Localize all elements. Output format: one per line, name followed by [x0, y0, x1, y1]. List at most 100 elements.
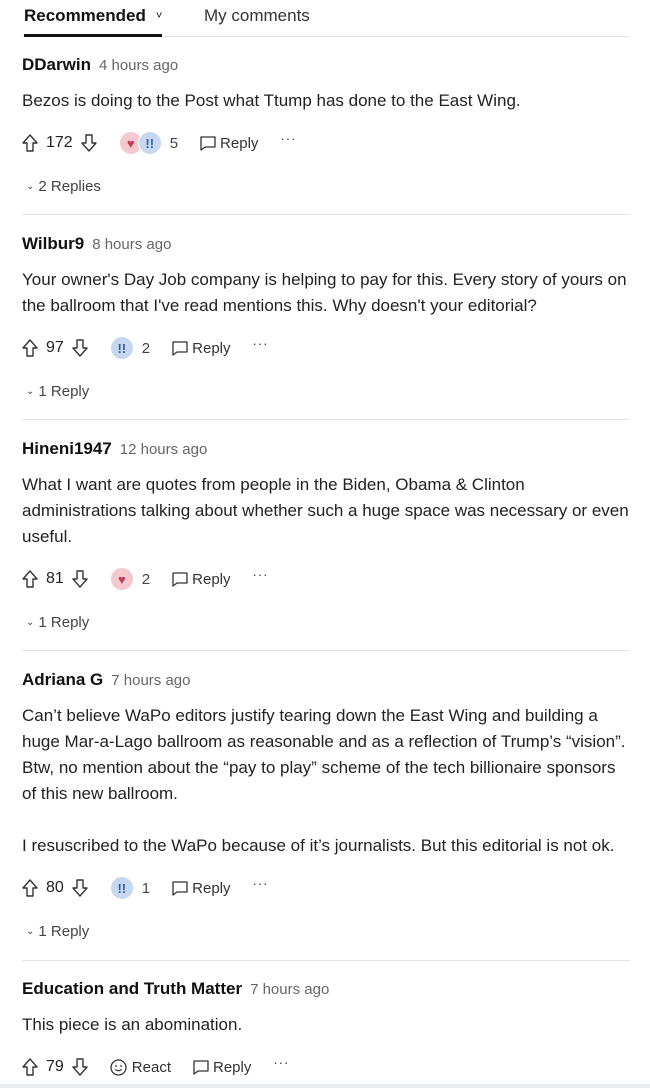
comment-body: Bezos is doing to the Post what Ttump ha… [22, 88, 630, 114]
comment-author[interactable]: DDarwin [22, 55, 91, 74]
reactions[interactable]: !! 1 [109, 876, 151, 900]
react-label: React [131, 1058, 171, 1076]
comment-body: This piece is an abomination. [22, 1012, 630, 1038]
comment-time: 7 hours ago [250, 981, 330, 998]
more-options-icon[interactable]: ··· [273, 1055, 289, 1070]
comment-header: Education and Truth Matter 7 hours ago [22, 978, 329, 1000]
reply-label: Reply [192, 339, 231, 357]
comment-author[interactable]: Hineni1947 [22, 439, 112, 458]
more-options-icon[interactable]: ··· [253, 876, 269, 891]
comment-paragraph: Bezos is doing to the Post what Ttump ha… [22, 91, 521, 110]
vote-count: 97 [46, 339, 64, 356]
comment-author[interactable]: Education and Truth Matter [22, 979, 242, 998]
replies-label: 1 Reply [38, 923, 90, 940]
tab-my-comments[interactable]: My comments [204, 6, 310, 26]
reply-button[interactable]: Reply [200, 135, 258, 152]
vote-count: 81 [46, 570, 64, 587]
replies-toggle[interactable]: ⌄ 1 Reply [26, 614, 89, 631]
bottom-edge-bar [0, 1084, 650, 1088]
upvote-icon[interactable] [22, 1058, 38, 1076]
comment-body: Your owner's Day Job company is helping … [22, 267, 630, 319]
upvote-icon[interactable] [22, 339, 38, 357]
reply-button[interactable]: Reply [193, 1059, 251, 1076]
comment-actions: 80 !! 1 Reply ··· [22, 875, 269, 901]
comment-header: Adriana G 7 hours ago [22, 669, 190, 691]
comment-actions: 81 ♥ 2 Reply ··· [22, 566, 269, 592]
comment-paragraph: Your owner's Day Job company is helping … [22, 270, 627, 315]
chevron-down-icon: ⌄ [26, 617, 35, 628]
chevron-down-icon: ⌄ [26, 181, 35, 192]
reaction-count: 2 [141, 339, 151, 357]
comment: DDarwin 4 hours ago Bezos is doing to the… [22, 54, 630, 215]
more-options-icon[interactable]: ··· [253, 567, 269, 582]
downvote-icon[interactable] [72, 879, 88, 897]
comment-tabs: Recommended ˅ My comments [22, 0, 630, 37]
comment: Wilbur9 8 hours ago Your owner's Day Job … [22, 233, 630, 420]
downvote-icon[interactable] [72, 339, 88, 357]
comment-author[interactable]: Wilbur9 [22, 234, 84, 253]
replies-toggle[interactable]: ⌄ 1 Reply [26, 923, 89, 940]
more-options-icon[interactable]: ··· [253, 336, 269, 351]
react-button[interactable]: React [110, 1059, 171, 1076]
upvote-icon[interactable] [22, 134, 38, 152]
vote-count: 172 [46, 134, 73, 151]
comment: Hineni1947 12 hours ago What I want are q… [22, 438, 630, 651]
comment-paragraph: What I want are quotes from people in th… [22, 475, 629, 546]
reply-label: Reply [192, 879, 231, 897]
comment-header: Wilbur9 8 hours ago [22, 233, 171, 255]
comment-actions: 97 !! 2 Reply ··· [22, 335, 269, 361]
comment-header: Hineni1947 12 hours ago [22, 438, 207, 460]
heart-reaction-icon: ♥ [109, 567, 134, 591]
comment-time: 8 hours ago [92, 236, 172, 253]
reply-label: Reply [220, 134, 259, 152]
chevron-down-icon: ⌄ [26, 386, 35, 397]
comment-paragraph: Can’t believe WaPo editors justify teari… [22, 706, 626, 803]
vote-count: 80 [46, 879, 64, 896]
reaction-count: 2 [141, 570, 151, 588]
comment-body: What I want are quotes from people in th… [22, 472, 630, 550]
chevron-down-icon: ˅ [155, 10, 163, 22]
downvote-icon[interactable] [72, 570, 88, 588]
tab-recommended-label: Recommended [24, 6, 146, 25]
downvote-icon[interactable] [72, 1058, 88, 1076]
vote-count: 79 [46, 1058, 64, 1075]
reactions[interactable]: ♥ 2 [109, 567, 151, 591]
speech-bubble-icon [200, 135, 216, 151]
smiley-icon [110, 1058, 127, 1076]
upvote-icon[interactable] [22, 570, 38, 588]
reply-button[interactable]: Reply [172, 879, 231, 897]
comment-time: 7 hours ago [111, 672, 191, 689]
downvote-icon[interactable] [81, 134, 97, 152]
comment: Adriana G 7 hours ago Can’t believe WaPo … [22, 669, 630, 961]
comment-author[interactable]: Adriana G [22, 670, 103, 689]
reactions[interactable]: ♥ !! 5 [118, 131, 179, 155]
tab-recommended[interactable]: Recommended ˅ [24, 6, 163, 37]
speech-bubble-icon [172, 571, 188, 587]
reply-button[interactable]: Reply [172, 570, 231, 588]
exclamation-reaction-icon: !! [109, 876, 134, 900]
replies-toggle[interactable]: ⌄ 2 Replies [26, 178, 101, 195]
comment-actions: 172 ♥ !! 5 Reply ··· [22, 130, 296, 156]
comment-paragraph: I resuscribed to the WaPo because of it’… [22, 836, 615, 855]
replies-label: 2 Replies [38, 178, 101, 195]
comment-actions: 79 React Reply ··· [22, 1054, 289, 1080]
replies-toggle[interactable]: ⌄ 1 Reply [26, 383, 89, 400]
exclamation-reaction-icon: !! [109, 336, 134, 360]
comment-time: 4 hours ago [98, 57, 179, 74]
chevron-down-icon: ⌄ [26, 926, 35, 937]
comment: Education and Truth Matter 7 hours ago Th… [22, 978, 630, 1084]
more-options-icon[interactable]: ··· [280, 131, 296, 146]
reaction-count: 5 [169, 134, 179, 152]
exclamation-reaction-icon: !! [137, 131, 162, 155]
reaction-count: 1 [141, 879, 151, 897]
speech-bubble-icon [193, 1059, 209, 1075]
comment-paragraph: This piece is an abomination. [22, 1015, 243, 1034]
reply-label: Reply [192, 570, 231, 588]
comment-header: DDarwin 4 hours ago [22, 54, 178, 76]
reply-button[interactable]: Reply [172, 339, 231, 357]
replies-label: 1 Reply [38, 614, 90, 631]
upvote-icon[interactable] [22, 879, 38, 897]
comment-body: Can’t believe WaPo editors justify teari… [22, 703, 630, 859]
replies-label: 1 Reply [38, 383, 90, 400]
reactions[interactable]: !! 2 [109, 336, 151, 360]
